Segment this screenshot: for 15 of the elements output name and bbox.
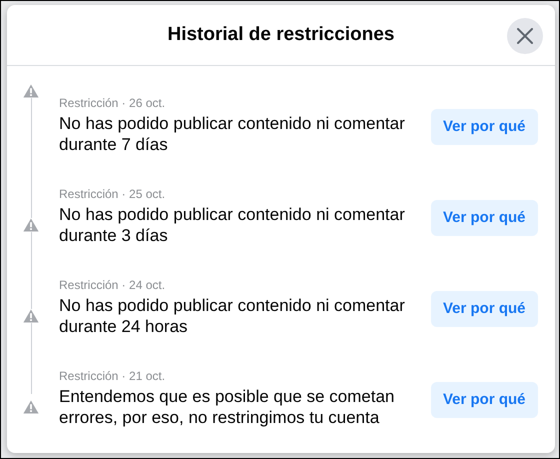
restriction-date: Restricción · 26 oct. <box>59 96 166 110</box>
restriction-date: Restricción · 25 oct. <box>59 187 166 201</box>
restriction-date: Restricción · 24 oct. <box>59 278 166 292</box>
restriction-text: No has podido publicar contenido ni comentar durante 7 días <box>59 113 406 155</box>
restriction-text: Entendemos que es posible que se cometan errores, por eso, no restringimos tu cuenta <box>59 386 396 428</box>
dialog-title: Historial de restricciones <box>167 24 395 46</box>
see-why-button[interactable]: Ver por qué <box>431 200 538 236</box>
restriction-date: Restricción · 21 oct. <box>59 369 166 383</box>
see-why-button[interactable]: Ver por qué <box>431 382 538 418</box>
restriction-text: No has podido publicar contenido ni comentar durante 3 días <box>59 204 406 246</box>
close-button[interactable] <box>507 18 543 54</box>
see-why-button[interactable]: Ver por qué <box>431 108 538 144</box>
restriction-text: No has podido publicar contenido ni comentar durante 24 horas <box>59 295 406 337</box>
see-why-button[interactable]: Ver por qué <box>431 290 538 326</box>
close-icon <box>517 28 533 44</box>
